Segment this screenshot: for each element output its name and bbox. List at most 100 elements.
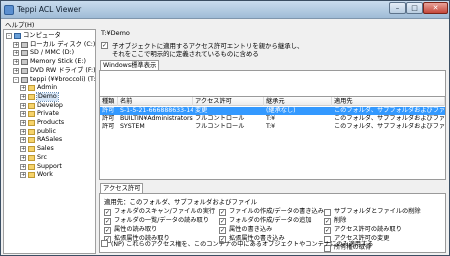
acl-cell-apply: このフォルダ、サブフォルダおよびファイル xyxy=(334,123,445,130)
permission-checkbox[interactable]: ✓ xyxy=(219,209,226,216)
np-label: (NP) これらのアクセス権を、このコンテナの中にあるオブジェクトやコンテナにの… xyxy=(111,241,374,248)
acl-cell-inherit: (継承なし) xyxy=(266,107,296,114)
permission-label: フォルダのスキャン/ファイルの実行 xyxy=(114,208,216,215)
tree-item[interactable]: + Develop xyxy=(4,102,95,110)
expand-icon[interactable]: + xyxy=(13,50,19,57)
tree-item[interactable]: + Memory Stick (E:) xyxy=(4,58,95,66)
tree-item-label: Private xyxy=(37,110,59,118)
tab-access-permission[interactable]: アクセス許可 xyxy=(100,183,144,193)
column-header-permission[interactable]: アクセス許可 xyxy=(193,97,264,106)
folder-tree[interactable]: - コンピュータ + ローカル ディスク (C:) + SD / MMC (D:) + Mem… xyxy=(3,29,96,254)
permission-label: フォルダの一覧/データの読み取り xyxy=(114,217,209,224)
drive-icon xyxy=(21,50,28,57)
tree-item[interactable]: - teppi (¥¥broccoli) (T:) xyxy=(4,76,95,84)
app-icon xyxy=(4,5,14,15)
list-header: 種類 名前 アクセス許可 継承元 適用先 xyxy=(100,97,445,106)
expand-icon[interactable]: + xyxy=(13,59,19,66)
acl-cell-inherit: T:¥ xyxy=(266,123,276,130)
expand-icon[interactable]: + xyxy=(20,85,26,92)
permission-checkbox[interactable] xyxy=(324,209,331,216)
tree-item[interactable]: + SD / MMC (D:) xyxy=(4,49,95,57)
inherit-checkbox[interactable]: ✓ xyxy=(101,42,108,49)
computer-icon xyxy=(14,33,21,39)
permission-checkbox[interactable]: ✓ xyxy=(104,227,111,234)
expand-icon[interactable]: + xyxy=(20,120,26,126)
menu-help[interactable]: ヘルプ(H) xyxy=(5,19,34,29)
tree-item[interactable]: + public xyxy=(4,128,95,136)
acl-cell-perm: 変更 xyxy=(195,107,208,114)
permission-label: ファイルの作成/データの書き込み xyxy=(229,208,324,215)
column-header-name[interactable]: 名前 xyxy=(118,97,193,106)
tree-item[interactable]: + DVD RW ドライブ (F:) xyxy=(4,67,95,75)
expand-icon[interactable]: + xyxy=(20,137,26,144)
tree-item[interactable]: + ローカル ディスク (C:) xyxy=(4,41,95,49)
tree-item-label: public xyxy=(37,127,56,135)
expand-icon[interactable]: + xyxy=(13,41,19,48)
folder-icon xyxy=(28,93,35,100)
folder-icon xyxy=(28,154,35,161)
tree-item[interactable]: + Admin xyxy=(4,84,95,92)
folder-icon xyxy=(28,163,35,170)
drive-icon xyxy=(21,76,28,83)
expand-icon[interactable]: + xyxy=(20,154,26,161)
acl-cell-inherit: T:¥ xyxy=(266,115,276,122)
expand-icon[interactable]: + xyxy=(20,146,26,153)
expand-icon[interactable]: + xyxy=(20,163,26,170)
expand-icon[interactable]: + xyxy=(20,172,26,179)
permission-checkbox[interactable]: ✓ xyxy=(219,227,226,234)
tree-item[interactable]: + Src xyxy=(4,154,95,162)
permission-checkbox[interactable]: ✓ xyxy=(324,218,331,225)
acl-pane: T:¥Demo ✓ 子オブジェクトに適用するアクセス許可エントリを親から継承し、… xyxy=(98,29,447,254)
acl-list[interactable]: 種類 名前 アクセス許可 継承元 適用先 許可 S-1-5-21-66688863… xyxy=(99,96,446,180)
tree-item-label: コンピュータ xyxy=(23,32,61,39)
folder-path: T:¥Demo xyxy=(101,29,130,37)
tree-item[interactable]: - コンピュータ xyxy=(4,32,95,40)
expand-icon[interactable]: + xyxy=(20,111,26,118)
folder-icon xyxy=(28,128,35,135)
tree-item[interactable]: + Work xyxy=(4,171,95,179)
collapse-icon[interactable]: - xyxy=(13,76,19,83)
expand-icon[interactable]: + xyxy=(20,102,26,109)
permission-checkbox[interactable]: ✓ xyxy=(324,227,331,234)
acl-cell-name: SYSTEM xyxy=(120,123,145,130)
acl-cell-name: S-1-5-21-666888633-14 xyxy=(120,107,193,114)
acl-row[interactable]: 許可 S-1-5-21-666888633-14 変更 (継承なし) このフォルダ、サブ… xyxy=(100,107,445,115)
expand-icon[interactable]: + xyxy=(20,128,26,135)
column-header-inherited-from[interactable]: 継承元 xyxy=(264,97,332,106)
tab-windows-standard[interactable]: Windows標準表示 xyxy=(100,60,160,70)
permission-checkbox[interactable]: ✓ xyxy=(219,218,226,225)
acl-row[interactable]: 許可 SYSTEM フルコントロール T:¥ このフォルダ、サブフォルダおよびファイル xyxy=(100,123,445,131)
tree-item[interactable]: + Demo xyxy=(4,91,95,102)
tree-item[interactable]: + Products xyxy=(4,119,95,127)
folder-icon xyxy=(28,111,35,118)
drive-icon xyxy=(21,41,28,48)
collapse-icon[interactable]: - xyxy=(6,33,12,39)
permission-label: アクセス許可の読み取り xyxy=(334,226,402,233)
close-button[interactable]: ✕ xyxy=(423,2,448,14)
tree-item-label: ローカル ディスク (C:) xyxy=(30,40,96,48)
expand-icon[interactable]: + xyxy=(20,93,26,100)
acl-row[interactable]: 許可 BUILTIN¥Administrators フルコントロール T:¥ このフォル… xyxy=(100,115,445,123)
column-header-applies-to[interactable]: 適用先 xyxy=(332,97,445,106)
acl-cell-type: 許可 xyxy=(102,107,115,114)
acl-cell-apply: このフォルダ、サブフォルダおよびファイル xyxy=(334,107,445,114)
expand-icon[interactable]: + xyxy=(13,67,19,74)
menu-bar: ヘルプ(H) xyxy=(2,19,448,29)
np-checkbox[interactable] xyxy=(101,240,108,247)
app-window: Teppi ACL Viewer – □ ✕ ヘルプ(H) - コンピュータ + ロー… xyxy=(0,0,450,256)
tree-item[interactable]: + Sales xyxy=(4,145,95,153)
tree-item[interactable]: + Support xyxy=(4,163,95,171)
maximize-button[interactable]: □ xyxy=(406,2,423,14)
title-bar[interactable]: Teppi ACL Viewer – □ ✕ xyxy=(1,1,449,19)
tree-item[interactable]: + RASales xyxy=(4,136,95,144)
tree-item[interactable]: + Private xyxy=(4,110,95,118)
column-header-type[interactable]: 種類 xyxy=(100,97,118,106)
folder-icon xyxy=(28,137,35,144)
acl-cell-type: 許可 xyxy=(102,115,115,122)
tree-item-label: Work xyxy=(37,171,53,179)
permission-checkbox[interactable]: ✓ xyxy=(104,218,111,225)
permission-checkbox[interactable]: ✓ xyxy=(104,209,111,216)
minimize-button[interactable]: – xyxy=(389,2,406,14)
acl-cell-perm: フルコントロール xyxy=(195,115,245,122)
tab-panel xyxy=(99,70,446,96)
